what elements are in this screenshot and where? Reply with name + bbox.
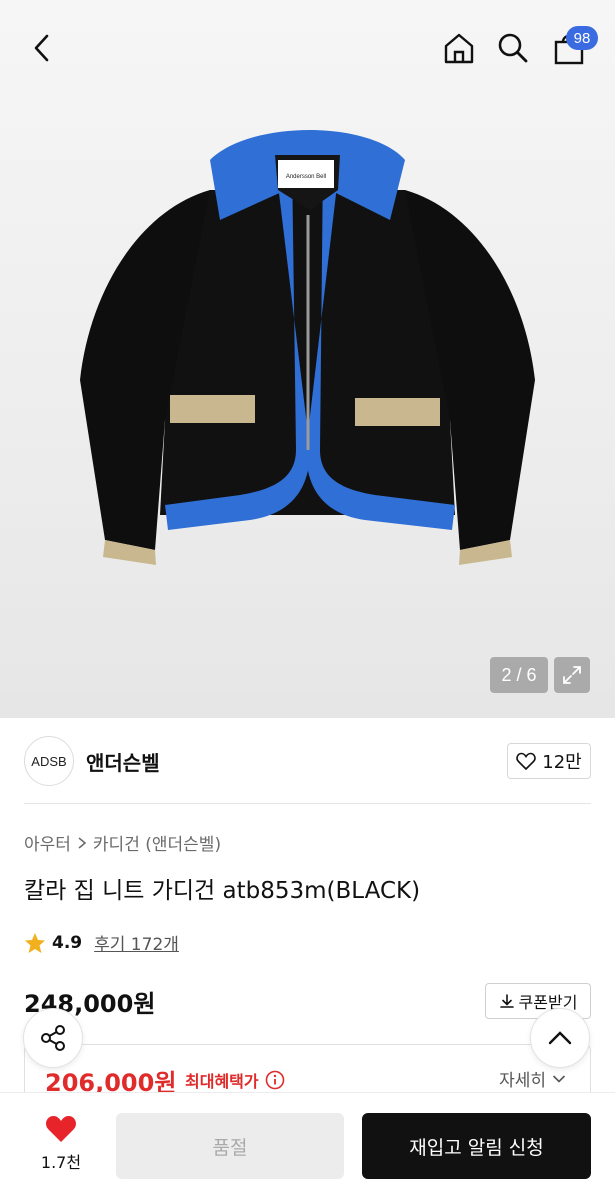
product-image: Andersson Bell — [80, 130, 535, 565]
expand-button[interactable] — [554, 657, 590, 693]
restock-alert-button[interactable]: 재입고 알림 신청 — [362, 1113, 591, 1179]
max-benefit-label: 최대혜택가 — [185, 1072, 259, 1091]
max-benefit: 최대혜택가 — [185, 1068, 285, 1092]
scroll-top-button[interactable] — [530, 1008, 590, 1068]
search-icon — [498, 33, 528, 63]
share-button[interactable] — [23, 1008, 83, 1068]
product-gallery[interactable]: Andersson Bell 98 2 / 6 — [0, 0, 615, 718]
detail-label: 자세히 — [499, 1071, 546, 1091]
wish-button[interactable]: 1.7천 — [30, 1115, 92, 1173]
review-link[interactable]: 후기 172개 — [94, 930, 179, 955]
brand-logo[interactable]: ADSB — [24, 736, 74, 786]
product-title: 칼라 집 니트 가디건 atb853m(BLACK) — [24, 878, 421, 904]
share-icon — [41, 1025, 65, 1051]
rating-score: 4.9 — [52, 932, 83, 953]
info-icon[interactable] — [265, 1070, 285, 1090]
download-icon — [499, 994, 514, 1008]
heart-filled-icon — [46, 1116, 76, 1142]
search-button[interactable] — [491, 26, 535, 70]
soldout-button[interactable]: 품절 — [116, 1113, 344, 1179]
home-icon — [444, 33, 474, 64]
image-pager: 2 / 6 — [490, 657, 548, 693]
chevron-right-icon — [78, 836, 87, 849]
brand-like-count: 12만 — [542, 752, 582, 773]
brand-tag-text: Andersson Bell — [286, 174, 326, 180]
home-button[interactable] — [437, 26, 481, 70]
detail-toggle[interactable]: 자세히 — [499, 1066, 566, 1091]
back-button[interactable] — [20, 26, 64, 70]
star-icon — [25, 932, 45, 953]
bottom-action-bar: 1.7천 품절 재입고 알림 신청 — [0, 1092, 615, 1200]
brand-name[interactable]: 앤더슨벨 — [86, 747, 160, 776]
divider — [24, 803, 591, 804]
breadcrumb-level2[interactable]: 카디건 (앤더슨벨) — [93, 830, 221, 855]
chevron-left-icon — [34, 34, 49, 62]
brand-row[interactable]: ADSB 앤더슨벨 12만 — [0, 718, 615, 804]
chevron-up-icon — [548, 1031, 572, 1045]
breadcrumb: 아우터 카디건 (앤더슨벨) — [24, 830, 221, 855]
breadcrumb-level1[interactable]: 아우터 — [24, 830, 71, 855]
rating-row: 4.9 후기 172개 — [24, 930, 179, 955]
expand-icon — [563, 666, 581, 684]
chevron-down-icon — [552, 1074, 566, 1083]
wish-count: 1.7천 — [40, 1153, 82, 1172]
heart-outline-icon — [516, 752, 536, 770]
cart-count-badge: 98 — [566, 26, 598, 50]
brand-like-button[interactable]: 12만 — [507, 743, 591, 779]
